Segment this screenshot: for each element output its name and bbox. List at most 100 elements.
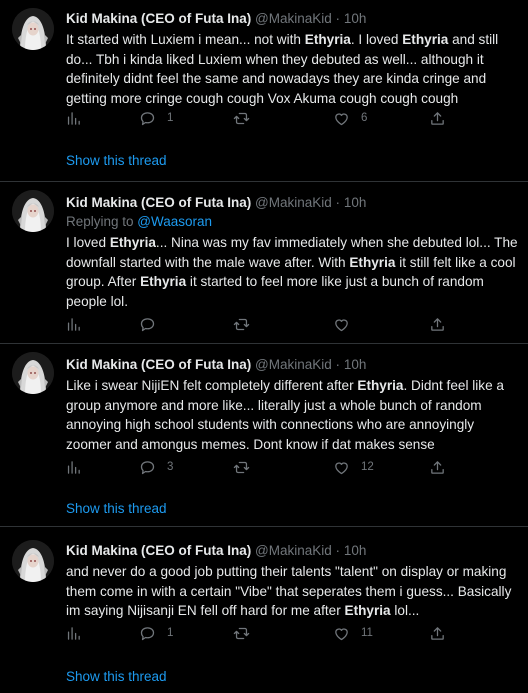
text-segment: It started with Luxiem i mean... not wit… [66,32,305,47]
share-button[interactable] [429,314,446,334]
action-bar: 16 [60,108,480,128]
analytics-button[interactable] [65,108,82,128]
analytics-button[interactable] [65,457,82,477]
like-count: 6 [361,112,368,124]
reply-count: 3 [167,461,174,473]
replying-to-handle[interactable]: @Waasoran [137,214,212,229]
like-icon [333,459,350,476]
reply-icon [139,316,156,333]
share-button[interactable] [429,457,446,477]
analytics-icon [65,625,82,642]
display-name[interactable]: Kid Makina (CEO of Futa Ina) [66,543,251,558]
highlighted-term: Ethyria [402,32,449,47]
handle[interactable]: @MakinaKid [255,543,332,558]
analytics-button[interactable] [65,623,82,643]
timestamp[interactable]: 10h [344,543,367,558]
reply-button[interactable]: 3 [139,457,173,477]
replying-to: Replying to @Waasoran [66,213,212,231]
reply-button[interactable]: 1 [139,108,173,128]
text-segment: and never do a good job putting their ta… [66,564,512,618]
reply-button[interactable] [139,314,156,334]
timestamp[interactable]: 10h [344,11,367,26]
reply-count: 1 [167,112,174,124]
text-segment: Like i swear NijiEN felt completely diff… [66,378,358,393]
share-icon [429,110,446,127]
analytics-icon [65,459,82,476]
handle[interactable]: @MakinaKid [255,357,332,372]
reply-count: 1 [167,627,174,639]
retweet-icon [233,459,250,476]
highlighted-term: Ethyria [344,603,391,618]
tweet-header: Kid Makina (CEO of Futa Ina) @MakinaKid … [66,542,366,560]
action-bar [60,314,480,334]
text-segment: lol... [390,603,420,618]
share-button[interactable] [429,623,446,643]
retweet-icon [233,625,250,642]
like-button[interactable]: 12 [333,457,374,477]
like-icon [333,625,350,642]
highlighted-term: Ethyria [349,254,396,270]
tweet[interactable]: Kid Makina (CEO of Futa Ina) @MakinaKid … [0,182,528,344]
text-segment: I loved [66,235,110,250]
tweet-text: I loved Ethyria... Nina was my fav immed… [66,233,518,311]
reply-icon [139,625,156,642]
tweet[interactable]: Kid Makina (CEO of Futa Ina) @MakinaKid … [0,0,528,182]
retweet-button[interactable] [233,108,250,128]
replying-to-label: Replying to [66,214,138,229]
display-name[interactable]: Kid Makina (CEO of Futa Ina) [66,11,251,26]
highlighted-term: Ethyria [357,378,404,393]
retweet-icon [233,110,250,127]
share-icon [429,459,446,476]
avatar[interactable] [12,8,54,50]
display-name[interactable]: Kid Makina (CEO of Futa Ina) [66,195,251,210]
separator: · [335,543,341,558]
analytics-icon [65,316,82,333]
action-bar: 1 11 [60,623,480,643]
show-thread-link[interactable]: Show this thread [66,668,167,686]
avatar[interactable] [12,540,54,582]
timestamp[interactable]: 10h [344,357,367,372]
highlighted-term: Ethyria [140,274,187,289]
share-icon [429,316,446,333]
handle[interactable]: @MakinaKid [255,195,332,210]
analytics-button[interactable] [65,314,82,334]
action-bar: 3 12 [60,457,480,477]
retweet-button[interactable] [233,457,250,477]
tweet[interactable]: Kid Makina (CEO of Futa Ina) @MakinaKid … [0,527,528,693]
show-thread-link[interactable]: Show this thread [66,500,167,518]
like-count: 12 [361,461,374,473]
like-count: 11 [361,627,373,639]
highlighted-term: Ethyria [304,32,351,47]
separator: · [335,11,341,26]
like-icon [333,316,350,333]
reply-button[interactable]: 1 [139,623,173,643]
text-segment: . I loved [350,32,403,47]
separator: · [335,195,341,210]
tweet-header: Kid Makina (CEO of Futa Ina) @MakinaKid … [66,10,366,28]
highlighted-term: Ethyria [109,235,156,250]
analytics-icon [65,110,82,127]
share-button[interactable] [429,108,446,128]
separator: · [335,357,341,372]
reply-icon [139,459,156,476]
like-button[interactable] [333,314,350,334]
tweet-text: and never do a good job putting their ta… [66,562,518,621]
avatar[interactable] [12,190,54,232]
display-name[interactable]: Kid Makina (CEO of Futa Ina) [66,357,251,372]
timestamp[interactable]: 10h [344,195,367,210]
tweet-header: Kid Makina (CEO of Futa Ina) @MakinaKid … [66,194,366,212]
avatar[interactable] [12,352,54,394]
like-icon [333,110,350,127]
tweet[interactable]: Kid Makina (CEO of Futa Ina) @MakinaKid … [0,344,528,527]
retweet-icon [233,316,250,333]
show-thread-link[interactable]: Show this thread [66,152,167,170]
like-button[interactable]: 6 [333,108,367,128]
tweet-header: Kid Makina (CEO of Futa Ina) @MakinaKid … [66,356,366,374]
tweet-text: Like i swear NijiEN felt completely diff… [66,376,518,454]
reply-icon [139,110,156,127]
retweet-button[interactable] [233,314,250,334]
tweet-text: It started with Luxiem i mean... not wit… [66,30,518,108]
retweet-button[interactable] [233,623,250,643]
handle[interactable]: @MakinaKid [255,11,332,26]
like-button[interactable]: 11 [333,623,373,643]
